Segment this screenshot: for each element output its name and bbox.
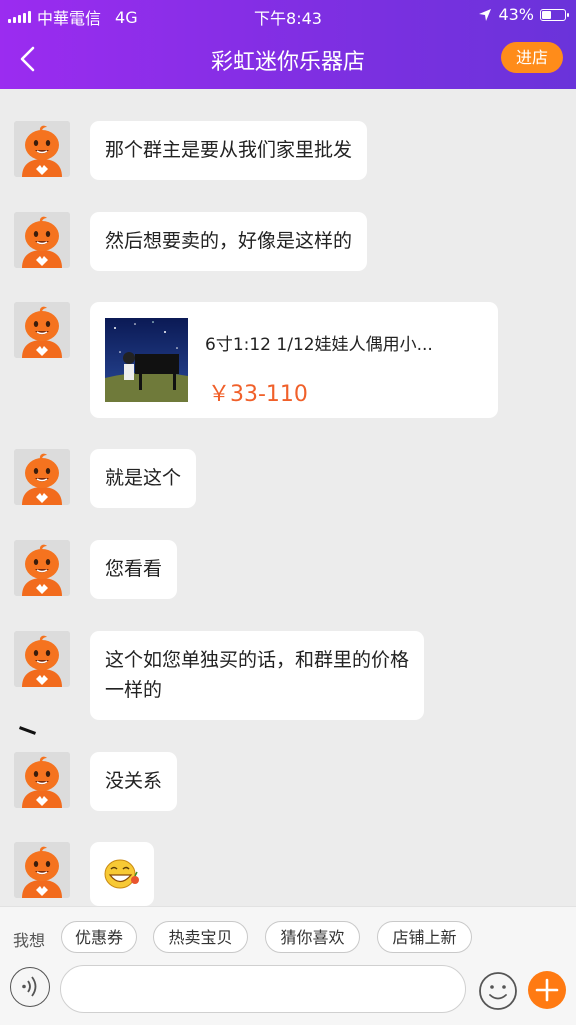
bottom-input-area: 我想 优惠券 热卖宝贝 猜你喜欢 店铺上新	[0, 906, 576, 1025]
emoji-button[interactable]	[478, 971, 518, 1011]
location-arrow-icon	[479, 8, 492, 21]
product-title: 6寸1:12 1/12娃娃人偶用小...	[205, 335, 433, 355]
message-bubble[interactable]: 那个群主是要从我们家里批发	[90, 121, 368, 180]
message-text: 就是这个	[105, 467, 182, 489]
quick-chip-recommend[interactable]: 猜你喜欢	[265, 921, 360, 953]
more-actions-button[interactable]	[528, 971, 566, 1009]
shop-avatar[interactable]	[14, 540, 70, 596]
message-input[interactable]	[60, 965, 466, 1013]
quick-chip-new-arrivals[interactable]: 店铺上新	[377, 921, 472, 953]
product-price: ￥33-110	[208, 382, 308, 407]
top-header: 中華電信 4G 下午8:43 43% 彩虹迷你乐器店 进店	[0, 0, 576, 89]
smiley-icon	[479, 972, 517, 1010]
navigation-bar: 彩虹迷你乐器店 进店	[0, 30, 576, 89]
shop-avatar[interactable]	[14, 302, 70, 358]
shop-avatar[interactable]	[14, 752, 70, 808]
battery-percent: 43%	[498, 5, 534, 24]
message-bubble[interactable]	[90, 842, 154, 906]
message-text: 然后想要卖的，好像是这样的	[105, 230, 353, 252]
enter-store-button[interactable]: 进店	[501, 42, 563, 73]
page-title: 彩虹迷你乐器店	[210, 50, 365, 75]
stray-mark	[18, 726, 37, 735]
message-text: 没关系	[105, 770, 163, 792]
shop-avatar[interactable]	[14, 631, 70, 687]
message-bubble[interactable]: 然后想要卖的，好像是这样的	[90, 212, 368, 271]
grinning-face-emoji-icon	[104, 859, 139, 889]
shop-avatar[interactable]	[14, 842, 70, 898]
voice-icon	[22, 976, 37, 997]
message-bubble[interactable]: 这个如您单独买的话，和群里的价格 一样的	[90, 631, 425, 720]
message-text-line: 一样的	[105, 679, 163, 701]
message-text-line: 这个如您单独买的话，和群里的价格	[105, 649, 410, 671]
battery-icon	[540, 8, 569, 21]
message-text: 您看看	[105, 558, 163, 580]
message-bubble[interactable]: 您看看	[90, 540, 178, 599]
quick-chip-hot-items[interactable]: 热卖宝贝	[153, 921, 248, 953]
voice-input-button[interactable]	[10, 967, 50, 1007]
product-card[interactable]: 6寸1:12 1/12娃娃人偶用小... ￥33-110	[90, 302, 498, 418]
quick-chip-coupon[interactable]: 优惠券	[61, 921, 137, 953]
shop-avatar[interactable]	[14, 212, 70, 268]
shop-avatar[interactable]	[14, 121, 70, 177]
status-bar: 中華電信 4G 下午8:43 43%	[0, 0, 576, 30]
shop-avatar[interactable]	[14, 449, 70, 505]
product-thumbnail	[105, 318, 188, 402]
message-bubble[interactable]: 就是这个	[90, 449, 197, 508]
message-text: 那个群主是要从我们家里批发	[105, 139, 353, 161]
chat-message-list[interactable]: 那个群主是要从我们家里批发 然后想要卖的，好像是这样的 6寸1:12 1/12娃…	[0, 89, 576, 906]
message-bubble[interactable]: 没关系	[90, 752, 178, 811]
plus-icon	[535, 978, 559, 1002]
quick-bar-label: 我想	[13, 931, 46, 950]
